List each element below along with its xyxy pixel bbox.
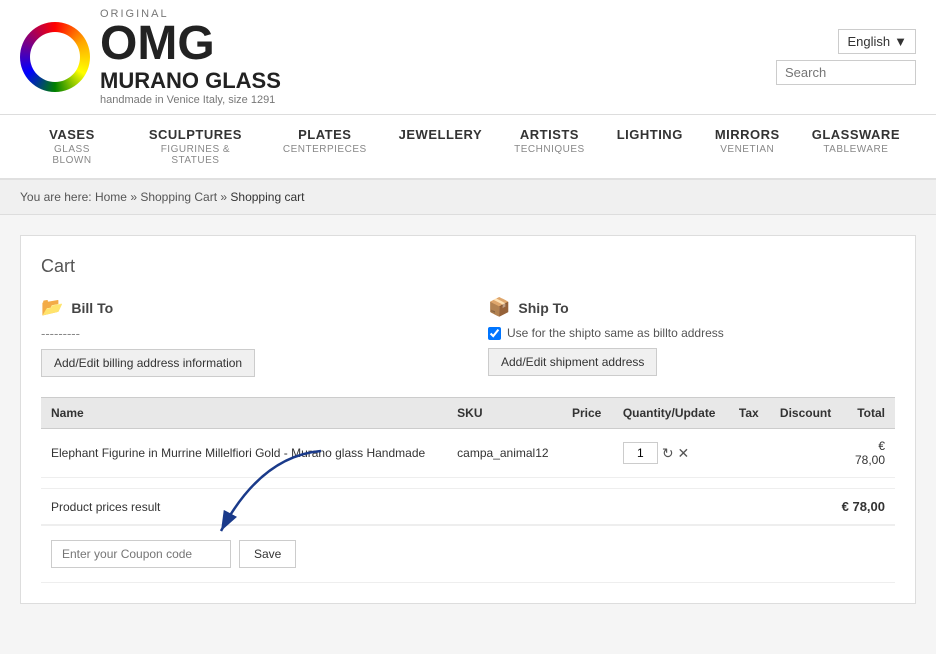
col-quantity: Quantity/Update (613, 398, 729, 429)
nav-item-vases[interactable]: VASES GLASS BLOWN (20, 115, 124, 178)
logo-text: ORIGINAL OMG MURANO GLASS handmade in Ve… (100, 8, 281, 106)
coupon-save-button[interactable]: Save (239, 540, 296, 568)
search-input[interactable] (776, 60, 916, 85)
nav-item-artists[interactable]: ARTISTS TECHNIQUES (498, 115, 601, 178)
cart-box: Cart 📂 Bill To --------- Add/Edit billin… (20, 235, 916, 604)
col-discount: Discount (770, 398, 844, 429)
ship-to-label: Ship To (518, 300, 568, 316)
cart-table: Name SKU Price Quantity/Update Tax Disco… (41, 397, 895, 478)
bottom-divider (41, 582, 895, 583)
refresh-qty-button[interactable]: ↻ (662, 445, 674, 462)
header-right: English ▼ (776, 29, 916, 85)
table-row: Elephant Figurine in Murrine Millelfiori… (41, 429, 895, 478)
edit-billing-button[interactable]: Add/Edit billing address information (41, 349, 255, 377)
main-content: Cart 📂 Bill To --------- Add/Edit billin… (0, 215, 936, 624)
col-price: Price (562, 398, 613, 429)
bill-to-value: --------- (41, 326, 448, 341)
language-selector[interactable]: English ▼ (838, 29, 916, 54)
col-total: Total (843, 398, 895, 429)
breadcrumb-shopping-cart[interactable]: Shopping Cart (140, 190, 217, 204)
product-total: €78,00 (843, 429, 895, 478)
product-discount (770, 429, 844, 478)
remove-item-button[interactable]: ✕ (678, 445, 690, 462)
col-sku: SKU (447, 398, 562, 429)
chevron-down-icon: ▼ (894, 34, 907, 49)
nav-item-mirrors[interactable]: MIRRORS VENETIAN (699, 115, 796, 178)
breadcrumb: You are here: Home » Shopping Cart » Sho… (0, 180, 936, 215)
qty-controls: ↻ ✕ (623, 442, 719, 464)
table-header-row: Name SKU Price Quantity/Update Tax Disco… (41, 398, 895, 429)
ship-icon: 📦 (488, 297, 510, 318)
col-name: Name (41, 398, 447, 429)
main-nav: VASES GLASS BLOWN SCULPTURES FIGURINES &… (0, 115, 936, 180)
same-address-checkbox[interactable] (488, 327, 501, 340)
product-name: Elephant Figurine in Murrine Millelfiori… (41, 429, 447, 478)
bill-icon: 📂 (41, 297, 63, 318)
product-tax (729, 429, 770, 478)
product-quantity-cell: ↻ ✕ (613, 429, 729, 478)
bill-to-header: 📂 Bill To (41, 297, 448, 318)
cart-title: Cart (41, 256, 895, 277)
address-row: 📂 Bill To --------- Add/Edit billing add… (41, 297, 895, 377)
same-address-label: Use for the shipto same as billto addres… (507, 326, 724, 340)
logo-omg: OMG (100, 20, 281, 68)
product-sku: campa_animal12 (447, 429, 562, 478)
breadcrumb-current: Shopping cart (230, 190, 304, 204)
logo-area: ORIGINAL OMG MURANO GLASS handmade in Ve… (20, 8, 281, 106)
breadcrumb-home[interactable]: Home (95, 190, 127, 204)
language-label: English (847, 34, 890, 49)
header: ORIGINAL OMG MURANO GLASS handmade in Ve… (0, 0, 936, 115)
nav-item-glassware[interactable]: GLASSWARE TABLEWARE (796, 115, 916, 178)
logo-brand: MURANO GLASS (100, 68, 281, 94)
logo-tagline: handmade in Venice Italy, size 1291 (100, 94, 281, 106)
col-tax: Tax (729, 398, 770, 429)
quantity-input[interactable] (623, 442, 658, 464)
bill-to-section: 📂 Bill To --------- Add/Edit billing add… (41, 297, 448, 377)
result-value: € 78,00 (842, 499, 885, 514)
ship-checkbox-row: Use for the shipto same as billto addres… (488, 326, 895, 340)
coupon-row: Save (41, 526, 895, 582)
nav-item-lighting[interactable]: LIGHTING (601, 115, 699, 178)
nav-item-plates[interactable]: PLATES CENTERPIECES (267, 115, 383, 178)
product-price (562, 429, 613, 478)
ship-to-section: 📦 Ship To Use for the shipto same as bil… (488, 297, 895, 377)
result-label: Product prices result (51, 500, 160, 514)
nav-item-sculptures[interactable]: SCULPTURES FIGURINES & STATUES (124, 115, 267, 178)
coupon-input[interactable] (51, 540, 231, 568)
logo-icon (20, 22, 90, 92)
result-row: Product prices result € 78,00 (41, 488, 895, 525)
edit-shipment-button[interactable]: Add/Edit shipment address (488, 348, 657, 376)
bill-to-label: Bill To (71, 300, 113, 316)
nav-item-jewellery[interactable]: JEWELLERY (383, 115, 498, 178)
ship-to-header: 📦 Ship To (488, 297, 895, 318)
